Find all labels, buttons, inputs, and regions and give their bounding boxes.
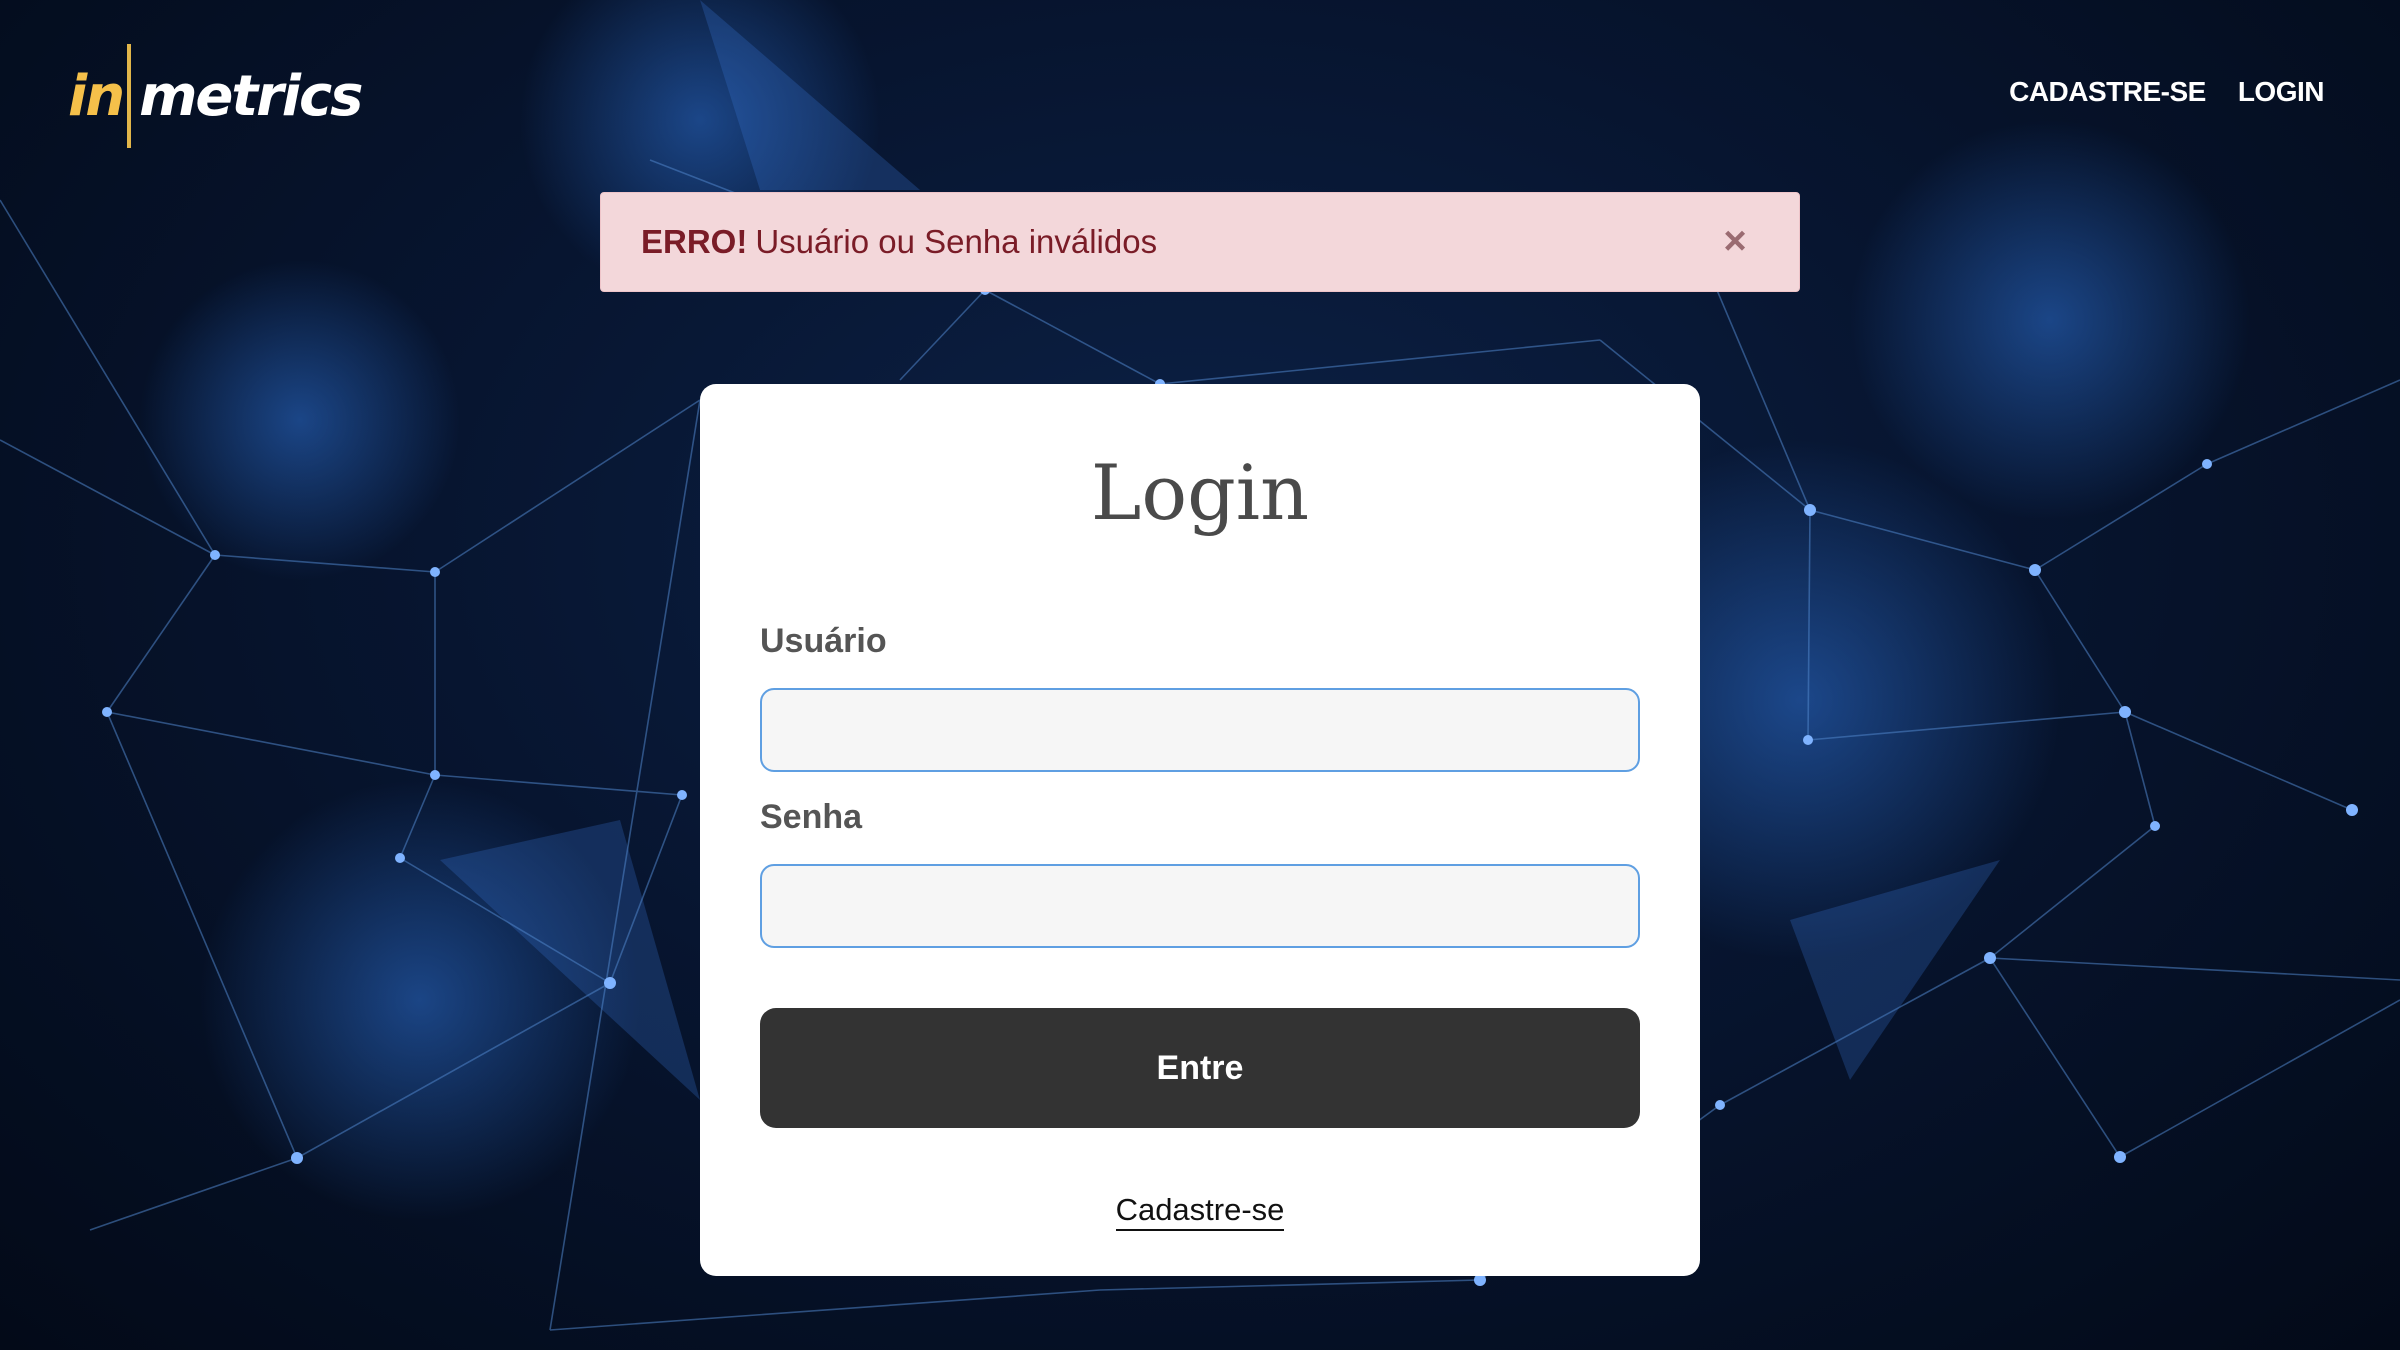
username-input[interactable] [760, 688, 1640, 772]
password-label: Senha [760, 798, 863, 836]
logo-text-metrics: metrics [139, 63, 363, 129]
login-submit-button[interactable]: Entre [760, 1008, 1640, 1128]
register-link-container: Cadastre-se [700, 1192, 1700, 1231]
inmetrics-logo[interactable]: in metrics [68, 44, 364, 148]
header-nav: CADASTRE-SE LOGIN [2009, 76, 2324, 108]
username-label: Usuário [760, 622, 887, 660]
logo-divider [127, 44, 132, 148]
login-title: Login [1090, 448, 1310, 537]
close-icon[interactable]: × [1711, 217, 1759, 265]
alert-title: ERRO! [641, 223, 748, 260]
logo-text-in: in [68, 63, 125, 129]
password-input[interactable] [760, 864, 1640, 948]
nav-login-link[interactable]: LOGIN [2238, 76, 2325, 108]
alert-message: Usuário ou Senha inválidos [755, 223, 1158, 260]
login-card: Login Usuário Senha Entre Cadastre-se [700, 384, 1700, 1276]
top-navbar: in metrics CADASTRE-SE LOGIN [0, 0, 2400, 190]
nav-register-link[interactable]: CADASTRE-SE [2009, 76, 2206, 108]
register-link[interactable]: Cadastre-se [1115, 1192, 1285, 1231]
error-alert: ERRO! Usuário ou Senha inválidos × [600, 192, 1800, 292]
